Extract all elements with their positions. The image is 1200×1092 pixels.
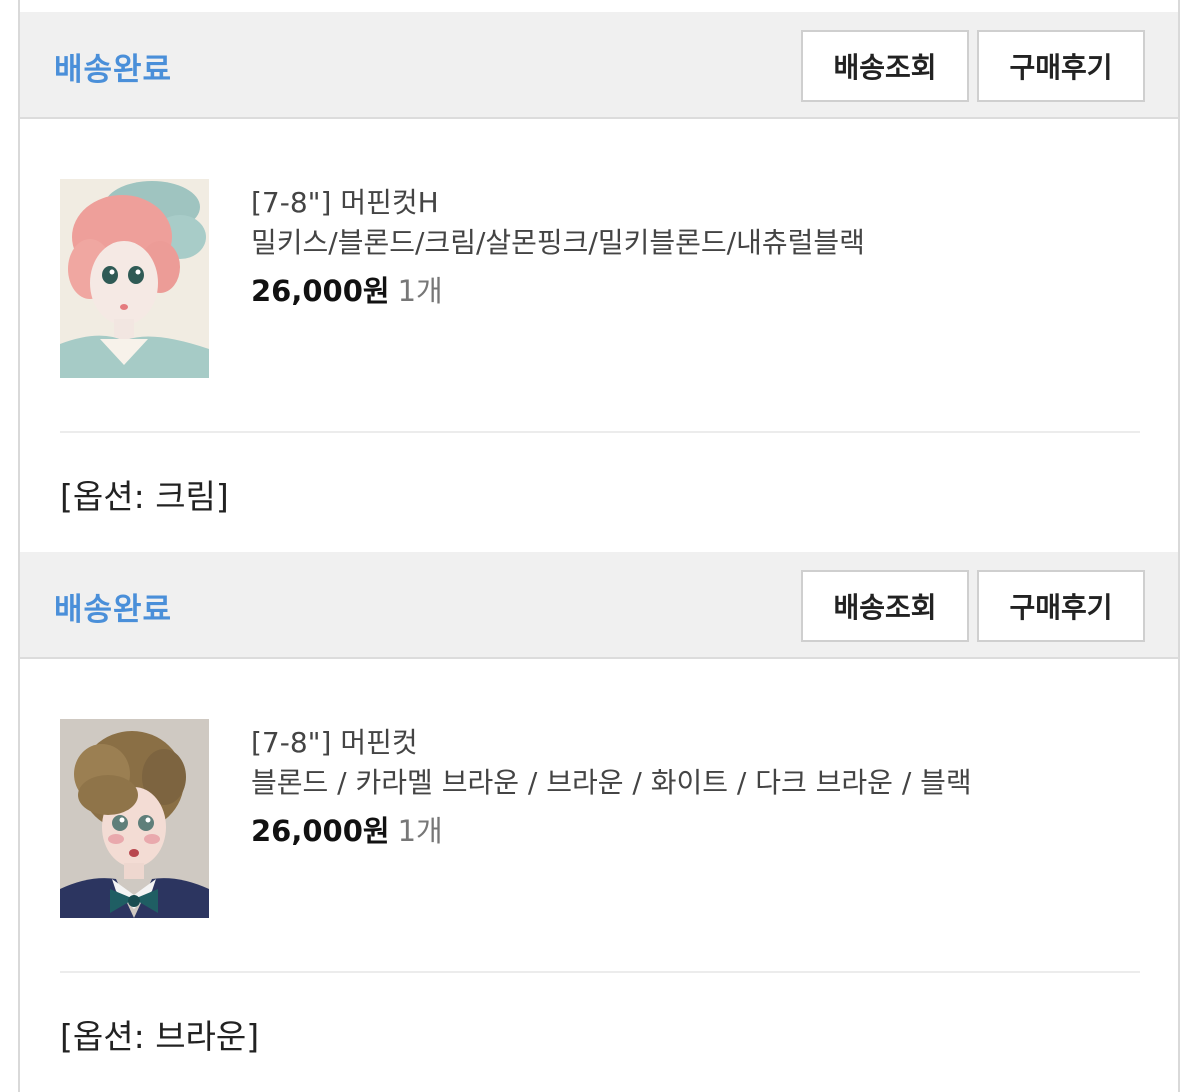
product-thumbnail[interactable]	[60, 179, 209, 378]
price-row: 26,000원 1개	[251, 811, 1131, 856]
doll-pink-wig-image	[60, 179, 209, 378]
write-review-button[interactable]: 구매후기	[977, 30, 1145, 102]
product-variants: 밀키스/블론드/크림/살몬핑크/밀키블론드/내츄럴블랙	[251, 226, 865, 259]
product-price: 26,000원	[251, 814, 390, 848]
order-header: 배송완료 배송조회 구매후기	[20, 12, 1178, 119]
track-delivery-button[interactable]: 배송조회	[801, 570, 969, 642]
order-status: 배송완료	[54, 52, 173, 88]
order-history-page: 배송완료 배송조회 구매후기 [7-8"] 머핀컷H 밀키스/블론드/크림/살몬…	[0, 0, 1200, 1092]
order-status: 배송완료	[54, 592, 173, 628]
product-name[interactable]: [7-8"] 머핀컷H	[251, 183, 1131, 223]
order-card: 배송완료 배송조회 구매후기	[18, 552, 1180, 1092]
product-name[interactable]: [7-8"] 머핀컷	[251, 723, 1131, 763]
order-header: 배송완료 배송조회 구매후기	[20, 552, 1178, 659]
divider	[60, 971, 1140, 973]
product-info: [7-8"] 머핀컷 블론드 / 카라멜 브라운 / 브라운 / 화이트 / 다…	[251, 723, 1131, 856]
selected-option: [옵션: 브라운]	[60, 1017, 260, 1056]
previous-order-edge	[18, 0, 1180, 12]
product-quantity: 1개	[397, 274, 443, 308]
product-quantity: 1개	[397, 814, 443, 848]
track-delivery-button[interactable]: 배송조회	[801, 30, 969, 102]
product-price: 26,000원	[251, 274, 390, 308]
product-info: [7-8"] 머핀컷H 밀키스/블론드/크림/살몬핑크/밀키블론드/내츄럴블랙 …	[251, 183, 1131, 316]
product-item[interactable]: [7-8"] 머핀컷 블론드 / 카라멜 브라운 / 브라운 / 화이트 / 다…	[20, 659, 1178, 974]
write-review-button[interactable]: 구매후기	[977, 570, 1145, 642]
price-row: 26,000원 1개	[251, 271, 1131, 316]
product-variants: 블론드 / 카라멜 브라운 / 브라운 / 화이트 / 다크 브라운 / 블랙	[251, 766, 972, 799]
divider	[60, 431, 1140, 433]
product-thumbnail[interactable]	[60, 719, 209, 918]
order-card: 배송완료 배송조회 구매후기	[18, 12, 1180, 552]
doll-brown-wig-image	[60, 719, 209, 918]
selected-option: [옵션: 크림]	[60, 477, 229, 516]
product-item[interactable]: [7-8"] 머핀컷H 밀키스/블론드/크림/살몬핑크/밀키블론드/내츄럴블랙 …	[20, 119, 1178, 434]
